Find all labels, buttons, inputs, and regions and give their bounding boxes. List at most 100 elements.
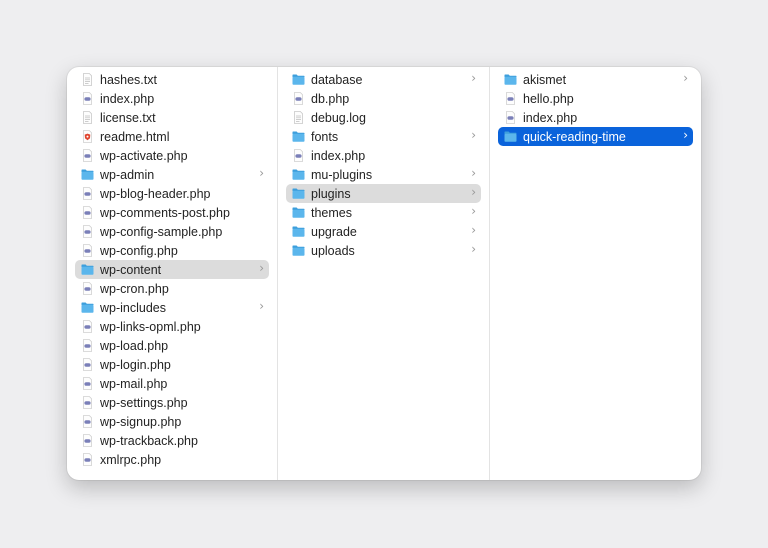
- chevron-right-icon: ›: [471, 223, 476, 237]
- folder-icon: [292, 168, 305, 181]
- folder-row-wp-content[interactable]: wp-content ›: [75, 260, 269, 279]
- item-label: quick-reading-time: [523, 129, 626, 144]
- item-label: wp-signup.php: [100, 414, 182, 429]
- file-row-wp-config-sample-php[interactable]: wp-config-sample.php: [75, 222, 269, 241]
- php-file-icon: [81, 377, 94, 390]
- item-label: wp-login.php: [100, 357, 171, 372]
- file-row-wp-login-php[interactable]: wp-login.php: [75, 355, 269, 374]
- php-file-icon: [81, 206, 94, 219]
- folder-row-wp-includes[interactable]: wp-includes ›: [75, 298, 269, 317]
- php-file-icon: [504, 111, 517, 124]
- item-label: fonts: [311, 129, 339, 144]
- file-row-hashes-txt[interactable]: hashes.txt: [75, 70, 269, 89]
- folder-icon: [292, 225, 305, 238]
- file-row-index-php[interactable]: index.php: [498, 108, 693, 127]
- php-file-icon: [81, 358, 94, 371]
- file-row-readme-html[interactable]: readme.html: [75, 127, 269, 146]
- folder-row-quick-reading-time[interactable]: quick-reading-time ›: [498, 127, 693, 146]
- item-label: wp-links-opml.php: [100, 319, 201, 334]
- item-label: wp-cron.php: [100, 281, 169, 296]
- folder-icon: [81, 301, 94, 314]
- column-plugins[interactable]: akismet › hello.php index.php quick-reading-…: [490, 67, 701, 480]
- php-file-icon: [504, 92, 517, 105]
- php-file-icon: [81, 396, 94, 409]
- folder-row-akismet[interactable]: akismet ›: [498, 70, 693, 89]
- folder-icon: [292, 187, 305, 200]
- chevron-right-icon: ›: [683, 128, 688, 142]
- item-label: wp-blog-header.php: [100, 186, 211, 201]
- folder-row-fonts[interactable]: fonts ›: [286, 127, 481, 146]
- item-label: debug.log: [311, 110, 366, 125]
- file-row-index-php[interactable]: index.php: [286, 146, 481, 165]
- file-row-license-txt[interactable]: license.txt: [75, 108, 269, 127]
- item-label: wp-content: [100, 262, 162, 277]
- item-label: themes: [311, 205, 352, 220]
- file-row-wp-trackback-php[interactable]: wp-trackback.php: [75, 431, 269, 450]
- column-root[interactable]: hashes.txt index.php license.txt readme.htm…: [67, 67, 278, 480]
- php-file-icon: [81, 415, 94, 428]
- item-label: index.php: [523, 110, 578, 125]
- chevron-right-icon: ›: [471, 166, 476, 180]
- php-file-icon: [81, 320, 94, 333]
- item-label: wp-mail.php: [100, 376, 168, 391]
- column-wp-content[interactable]: database › db.php debug.log fonts › index.php m…: [278, 67, 490, 480]
- php-file-icon: [81, 339, 94, 352]
- folder-row-database[interactable]: database ›: [286, 70, 481, 89]
- file-row-wp-mail-php[interactable]: wp-mail.php: [75, 374, 269, 393]
- php-file-icon: [81, 149, 94, 162]
- file-row-debug-log[interactable]: debug.log: [286, 108, 481, 127]
- item-label: upgrade: [311, 224, 357, 239]
- file-row-wp-signup-php[interactable]: wp-signup.php: [75, 412, 269, 431]
- text-file-icon: [81, 73, 94, 86]
- file-row-wp-comments-post-php[interactable]: wp-comments-post.php: [75, 203, 269, 222]
- file-row-xmlrpc-php[interactable]: xmlrpc.php: [75, 450, 269, 469]
- file-row-wp-settings-php[interactable]: wp-settings.php: [75, 393, 269, 412]
- text-file-icon: [81, 111, 94, 124]
- php-file-icon: [292, 149, 305, 162]
- file-row-wp-config-php[interactable]: wp-config.php: [75, 241, 269, 260]
- item-label: wp-trackback.php: [100, 433, 198, 448]
- chevron-right-icon: ›: [471, 242, 476, 256]
- chevron-right-icon: ›: [259, 261, 264, 275]
- text-file-icon: [292, 111, 305, 124]
- file-row-wp-links-opml-php[interactable]: wp-links-opml.php: [75, 317, 269, 336]
- item-label: akismet: [523, 72, 567, 87]
- folder-icon: [504, 130, 517, 143]
- folder-row-wp-admin[interactable]: wp-admin ›: [75, 165, 269, 184]
- file-row-index-php[interactable]: index.php: [75, 89, 269, 108]
- chevron-right-icon: ›: [683, 71, 688, 85]
- file-row-wp-blog-header-php[interactable]: wp-blog-header.php: [75, 184, 269, 203]
- file-row-wp-load-php[interactable]: wp-load.php: [75, 336, 269, 355]
- item-label: wp-includes: [100, 300, 167, 315]
- php-file-icon: [292, 92, 305, 105]
- folder-row-themes[interactable]: themes ›: [286, 203, 481, 222]
- chevron-right-icon: ›: [259, 299, 264, 313]
- php-file-icon: [81, 453, 94, 466]
- folder-icon: [292, 130, 305, 143]
- folder-icon: [81, 263, 94, 276]
- item-label: readme.html: [100, 129, 170, 144]
- folder-icon: [292, 206, 305, 219]
- item-label: plugins: [311, 186, 351, 201]
- item-label: index.php: [311, 148, 366, 163]
- folder-icon: [292, 244, 305, 257]
- folder-row-upgrade[interactable]: upgrade ›: [286, 222, 481, 241]
- folder-row-uploads[interactable]: uploads ›: [286, 241, 481, 260]
- chevron-right-icon: ›: [471, 185, 476, 199]
- item-label: db.php: [311, 91, 350, 106]
- folder-row-mu-plugins[interactable]: mu-plugins ›: [286, 165, 481, 184]
- chevron-right-icon: ›: [259, 166, 264, 180]
- html-file-icon: [81, 130, 94, 143]
- chevron-right-icon: ›: [471, 204, 476, 218]
- php-file-icon: [81, 244, 94, 257]
- item-label: index.php: [100, 91, 155, 106]
- file-row-hello-php[interactable]: hello.php: [498, 89, 693, 108]
- php-file-icon: [81, 434, 94, 447]
- file-row-db-php[interactable]: db.php: [286, 89, 481, 108]
- php-file-icon: [81, 187, 94, 200]
- file-row-wp-cron-php[interactable]: wp-cron.php: [75, 279, 269, 298]
- folder-row-plugins[interactable]: plugins ›: [286, 184, 481, 203]
- file-row-wp-activate-php[interactable]: wp-activate.php: [75, 146, 269, 165]
- folder-icon: [81, 168, 94, 181]
- chevron-right-icon: ›: [471, 71, 476, 85]
